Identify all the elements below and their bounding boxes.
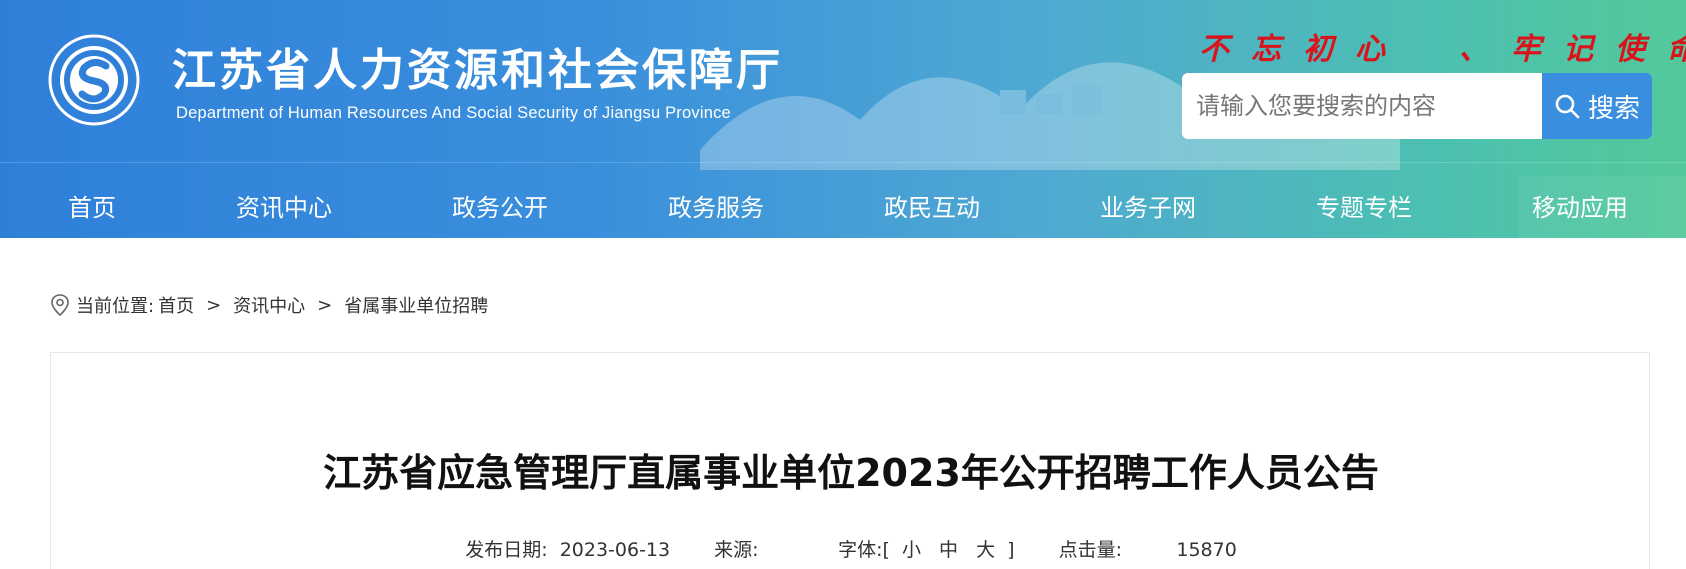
slogan-char: 命 (1656, 24, 1686, 68)
font-size-small-button[interactable]: 小 (902, 539, 921, 561)
slogan-char: 不 (1199, 32, 1229, 67)
breadcrumb-home[interactable]: 首页 (158, 292, 194, 318)
slogan-char: 初 (1303, 32, 1333, 67)
article-meta: 发布日期: 2023-06-13 来源: 字体:[ 小 中 大 ] 点击量: 1… (51, 535, 1651, 562)
slogan-char: 、 (1459, 32, 1489, 67)
click-count-label: 点击量: (1058, 539, 1122, 561)
nav-item-interaction[interactable]: 政民互动 (884, 188, 980, 223)
slogan-char: 忘 (1251, 32, 1281, 67)
search-button-label: 搜索 (1587, 93, 1640, 124)
slogan: 不忘初心 、牢记使命 (1188, 24, 1686, 68)
breadcrumb-news[interactable]: 资讯中心 (233, 292, 305, 318)
slogan-char: 使 (1615, 32, 1645, 67)
breadcrumb-label: 当前位置: (76, 296, 155, 317)
site-subtitle: Department of Human Resources And Social… (176, 104, 731, 122)
header-divider (0, 162, 1686, 163)
slogan-char: 心 (1355, 32, 1385, 67)
nav-item-news[interactable]: 资讯中心 (236, 188, 332, 223)
search-button[interactable]: 搜索 (1542, 73, 1652, 139)
nav-item-home[interactable]: 首页 (68, 188, 116, 223)
publish-date-label: 发布日期: (465, 539, 548, 561)
main-nav: 首页 资讯中心 政务公开 政务服务 政民互动 业务子网 专题专栏 移动应用 (0, 176, 1686, 238)
search-icon (1555, 94, 1580, 119)
site-title: 江苏省人力资源和社会保障厅 (172, 45, 783, 96)
nav-item-mobile[interactable]: 移动应用 (1532, 188, 1628, 223)
source: 来源: (714, 535, 794, 562)
click-count: 点击量: 15870 (1059, 535, 1237, 562)
slogan-char: 记 (1563, 32, 1593, 67)
location-pin-icon (51, 294, 69, 317)
nav-item-subsites[interactable]: 业务子网 (1100, 188, 1196, 223)
font-size-bracket-close: ] (1007, 539, 1015, 561)
breadcrumb-separator: > (206, 294, 222, 316)
jiangsu-hrss-logo-icon[interactable] (48, 34, 140, 126)
nav-item-gov-service[interactable]: 政务服务 (668, 188, 764, 223)
article-panel: 江苏省应急管理厅直属事业单位2023年公开招聘工作人员公告 发布日期: 2023… (50, 352, 1650, 569)
font-size-control: 字体:[ 小 中 大 ] (838, 535, 1014, 562)
search-input[interactable] (1182, 73, 1542, 139)
article-title: 江苏省应急管理厅直属事业单位2023年公开招聘工作人员公告 (323, 451, 1379, 495)
publish-date: 发布日期: 2023-06-13 (465, 535, 670, 562)
breadcrumb-recruitment[interactable]: 省属事业单位招聘 (344, 292, 488, 318)
publish-date-value: 2023-06-13 (559, 539, 671, 561)
font-size-label: 字体: (838, 539, 883, 561)
slogan-char: 牢 (1511, 32, 1541, 67)
font-size-bracket-open: [ (882, 539, 890, 561)
font-size-large-button[interactable]: 大 (976, 539, 995, 561)
breadcrumb-separator: > (317, 294, 333, 316)
breadcrumb: 当前位置: 首页 > 资讯中心 > 省属事业单位招聘 (50, 292, 488, 318)
nav-item-gov-open[interactable]: 政务公开 (452, 188, 548, 223)
click-count-value: 15870 (1176, 539, 1237, 561)
source-label: 来源: (714, 539, 759, 561)
font-size-medium-button[interactable]: 中 (939, 539, 958, 561)
nav-item-topics[interactable]: 专题专栏 (1316, 188, 1412, 223)
